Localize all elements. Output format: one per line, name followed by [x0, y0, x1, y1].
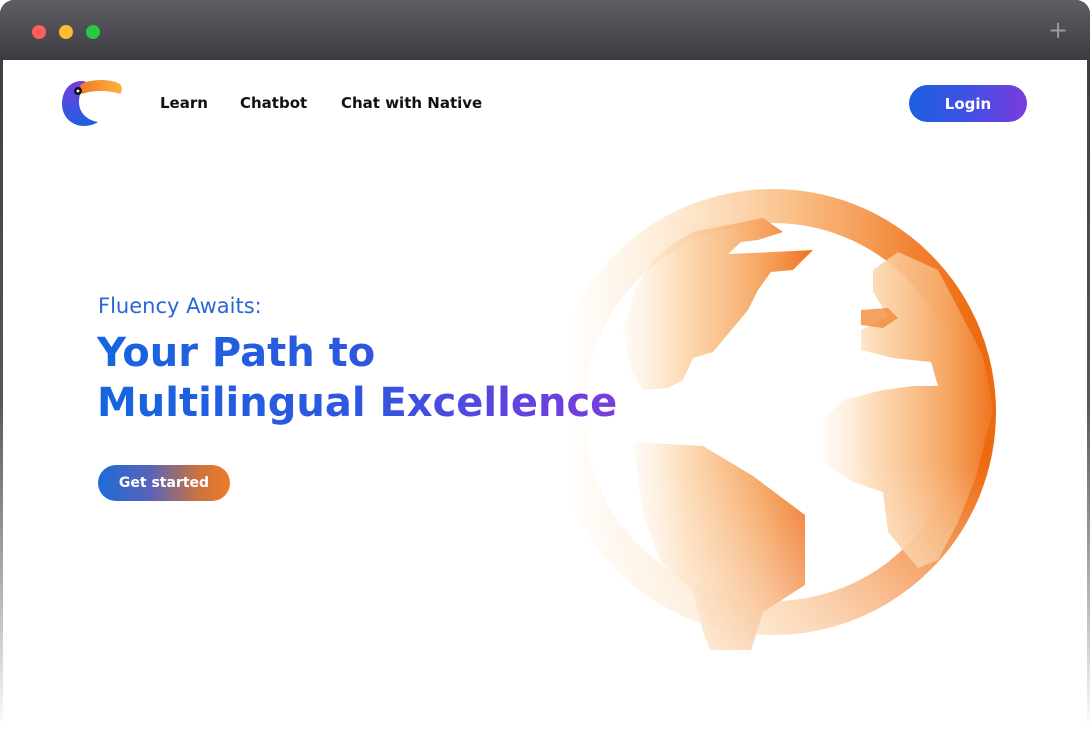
- nav-link-chat-with-native[interactable]: Chat with Native: [341, 94, 482, 112]
- hero-headline: Your Path to Multilingual Excellence: [97, 328, 697, 428]
- nav-link-learn[interactable]: Learn: [160, 94, 208, 112]
- headline-line-2: Multilingual Excellence: [97, 380, 618, 426]
- nav-link-chatbot[interactable]: Chatbot: [240, 94, 307, 112]
- page-viewport: Learn Chatbot Chat with Native Login Flu…: [3, 60, 1087, 731]
- login-button[interactable]: Login: [909, 85, 1027, 122]
- minimize-window-button[interactable]: [59, 25, 73, 39]
- hero-eyebrow: Fluency Awaits:: [98, 294, 262, 318]
- browser-window: + Learn Chatbot Chat with Native Login F…: [0, 0, 1090, 731]
- close-window-button[interactable]: [32, 25, 46, 39]
- headline-line-1: Your Path to: [97, 330, 376, 376]
- toucan-logo[interactable]: [60, 77, 124, 129]
- plus-icon[interactable]: +: [1046, 16, 1070, 44]
- title-bar: +: [0, 0, 1090, 60]
- get-started-button[interactable]: Get started: [98, 465, 230, 501]
- maximize-window-button[interactable]: [86, 25, 100, 39]
